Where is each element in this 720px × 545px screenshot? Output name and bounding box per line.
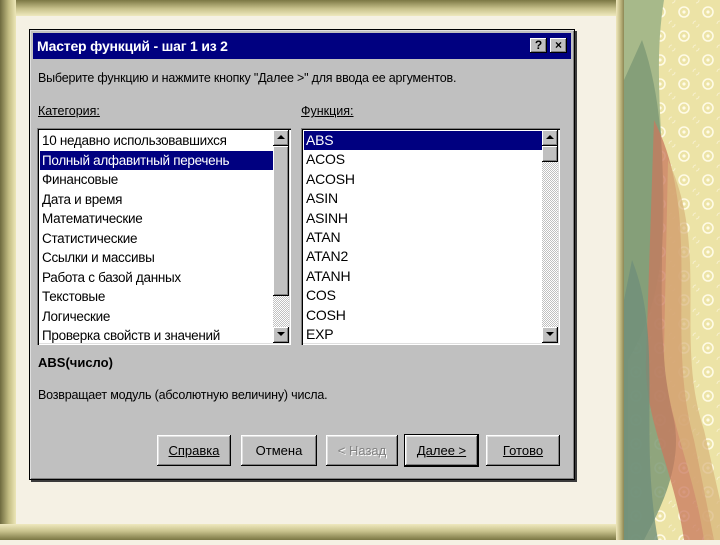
functions-item[interactable]: ASINH (304, 209, 542, 228)
help-button-label: Справка (168, 443, 220, 458)
functions-item[interactable]: ACOS (304, 150, 542, 169)
arrow-up-icon (277, 135, 285, 139)
function-scrollbar[interactable] (542, 130, 558, 343)
instruction-text: Выберите функцию и нажмите кнопку "Далее… (38, 71, 457, 85)
dialog-title: Мастер функций - шаг 1 из 2 (37, 38, 228, 54)
functions-item[interactable]: ASIN (304, 189, 542, 208)
function-description: Возвращает модуль (абсолютную величину) … (38, 388, 328, 402)
back-button[interactable]: < Назад (326, 435, 398, 466)
categories-item[interactable]: Математические (40, 209, 273, 229)
function-scroll-up-button[interactable] (542, 130, 558, 146)
help-button[interactable]: Справка (157, 435, 231, 466)
next-button[interactable]: Далее > (404, 434, 479, 467)
function-listbox[interactable]: ABS ACOS ACOSH ASIN ASINH ATAN ATAN2 ATANH COS CO… (301, 128, 560, 345)
finish-button-label: Готово (502, 443, 544, 458)
categories-item[interactable]: 10 недавно использовавшихся (40, 131, 273, 151)
cancel-button-label: Отмена (255, 443, 303, 458)
category-scroll-thumb[interactable] (273, 146, 289, 296)
categories-item[interactable]: Ссылки и массивы (40, 248, 273, 268)
slide-frame-bottom (0, 524, 622, 540)
function-scroll-down-button[interactable] (542, 327, 558, 343)
arrow-down-icon (277, 332, 285, 336)
back-button-label: < Назад (337, 443, 387, 458)
functions-item[interactable]: ABS (304, 131, 542, 151)
functions-item[interactable]: ATAN2 (304, 247, 542, 266)
category-scroll-down-button[interactable] (273, 327, 289, 343)
functions-item[interactable]: COSH (304, 306, 542, 325)
functions-item[interactable]: COS (304, 286, 542, 305)
next-button-label: Далее > (416, 443, 467, 458)
dialog-titlebar[interactable]: Мастер функций - шаг 1 из 2 ? × (33, 33, 571, 59)
categories-item[interactable]: Полный алфавитный перечень (40, 150, 273, 170)
finish-button[interactable]: Готово (486, 435, 560, 466)
category-label: Категория: (38, 104, 100, 118)
help-titlebar-button[interactable]: ? (530, 38, 547, 53)
decorative-floral-panel (624, 0, 720, 540)
functions-item[interactable]: ATAN (304, 228, 542, 247)
functions-item[interactable]: ATANH (304, 267, 542, 286)
slide-frame-top (0, 0, 622, 16)
functions-item[interactable]: ACOSH (304, 170, 542, 189)
function-signature: ABS(число) (38, 355, 113, 370)
categories-item[interactable]: Проверка свойств и значений (40, 326, 273, 345)
close-titlebar-button[interactable]: × (550, 38, 567, 53)
categories-item[interactable]: Текстовые (40, 287, 273, 307)
categories-item[interactable]: Статистические (40, 229, 273, 249)
arrow-down-icon (546, 332, 554, 336)
categories-item[interactable]: Работа с базой данных (40, 268, 273, 288)
functions-item[interactable]: EXP (304, 325, 542, 344)
function-label: Функция: (301, 104, 354, 118)
arrow-up-icon (546, 135, 554, 139)
categories-item[interactable]: Финансовые (40, 170, 273, 190)
categories-item[interactable]: Логические (40, 307, 273, 327)
slide-frame-left (0, 0, 16, 540)
category-scrollbar[interactable] (273, 130, 289, 343)
function-wizard-dialog: Мастер функций - шаг 1 из 2 ? × Выберите… (29, 29, 575, 480)
category-scroll-up-button[interactable] (273, 130, 289, 146)
cancel-button[interactable]: Отмена (241, 435, 317, 466)
categories-item[interactable]: Дата и время (40, 190, 273, 210)
category-listbox[interactable]: 10 недавно использовавшихся Полный алфави… (37, 128, 291, 345)
function-scroll-thumb[interactable] (542, 146, 558, 162)
